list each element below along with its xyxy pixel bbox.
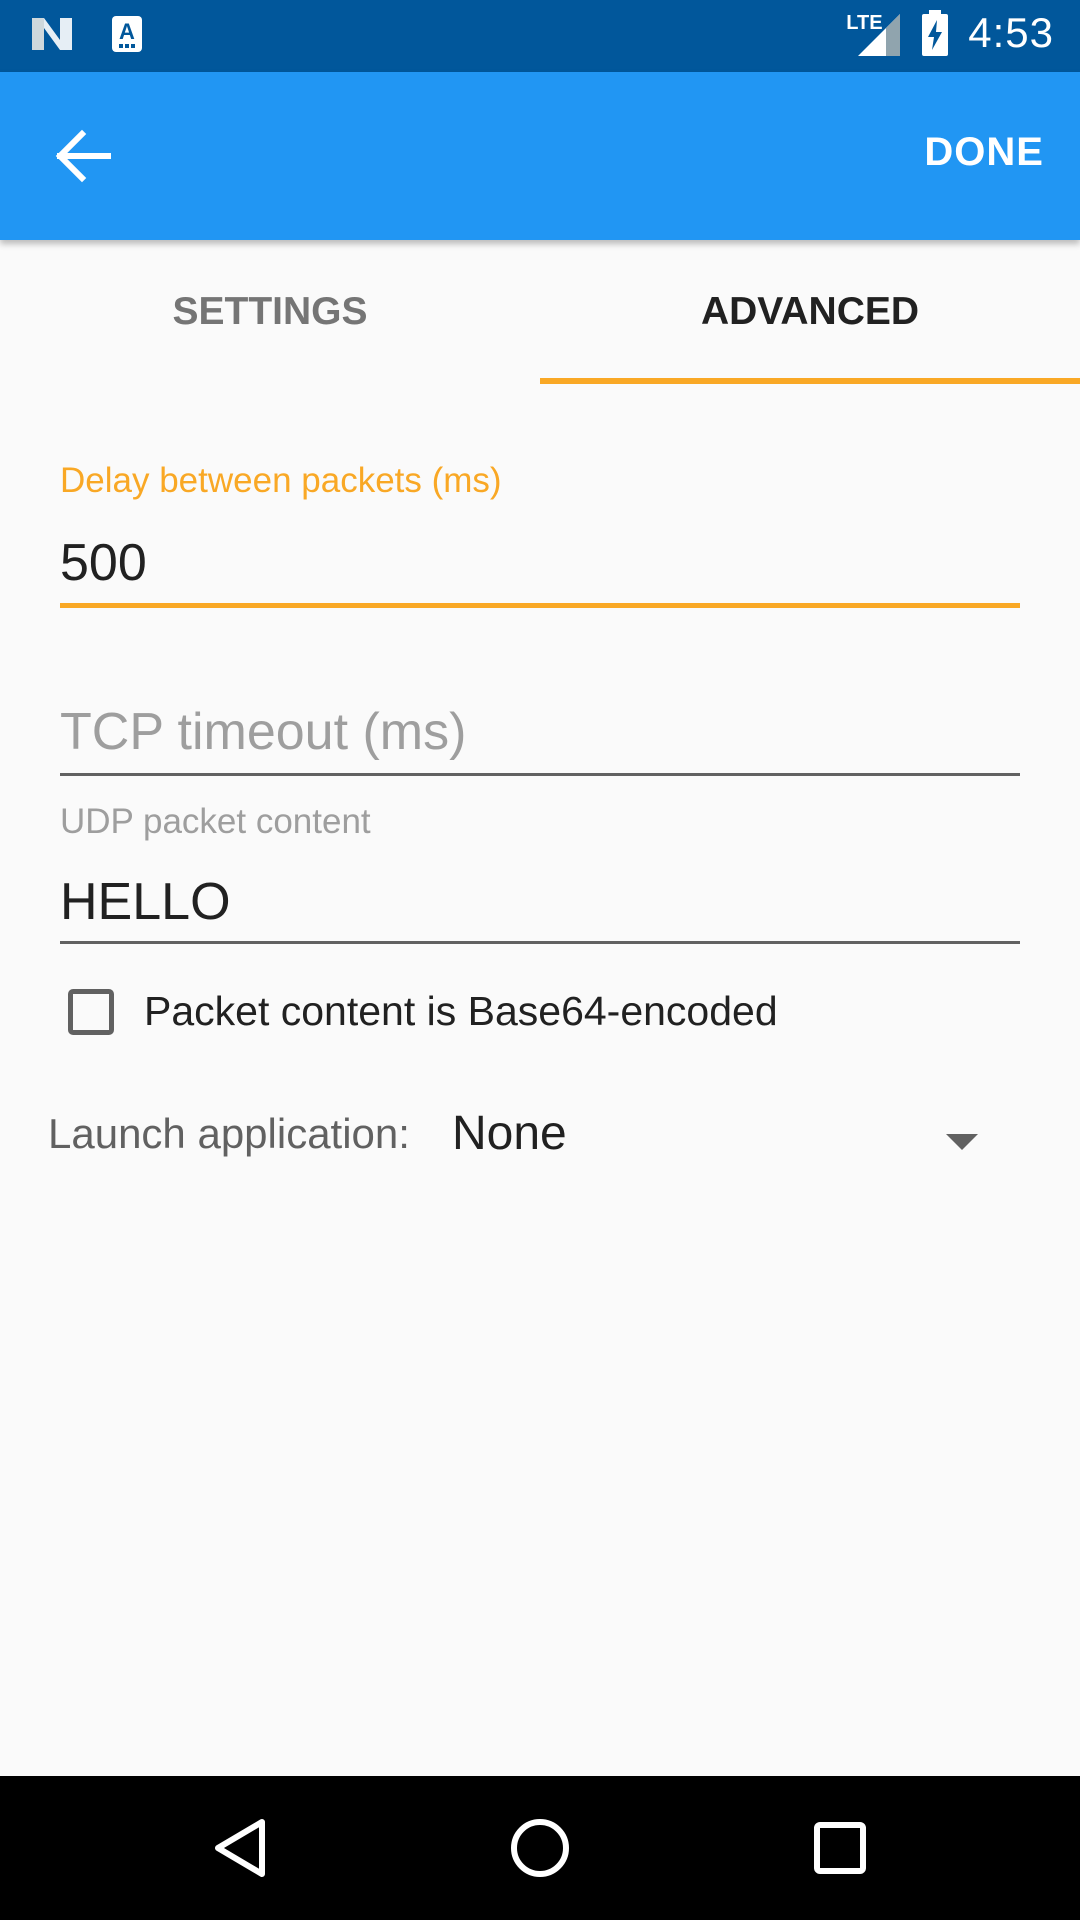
udp-content-label: UDP packet content (60, 802, 371, 841)
notification-n-icon (32, 18, 72, 50)
status-system-icons: LTE 4:53 (846, 8, 1054, 58)
app-bar: DONE (0, 72, 1080, 240)
svg-text:A: A (119, 19, 135, 44)
tcp-timeout-field[interactable]: TCP timeout (ms) (60, 690, 1020, 790)
nav-bar (0, 1776, 1080, 1920)
udp-content-underline (60, 941, 1020, 944)
battery-charging-icon (922, 10, 949, 56)
done-button[interactable]: DONE (924, 130, 1044, 175)
tab-advanced-label: ADVANCED (700, 290, 920, 333)
tab-advanced[interactable]: ADVANCED (540, 240, 1080, 384)
tcp-timeout-input[interactable]: TCP timeout (ms) (60, 702, 466, 762)
notification-a-icon: A (112, 16, 142, 52)
status-time: 4:53 (968, 9, 1054, 56)
nav-home-button[interactable] (504, 1812, 576, 1884)
tab-settings[interactable]: SETTINGS (0, 240, 540, 384)
tab-indicator (540, 378, 1080, 384)
back-button[interactable] (50, 122, 118, 190)
dropdown-arrow-icon[interactable] (946, 1134, 978, 1150)
udp-content-field[interactable]: UDP packet content HELLO (60, 800, 1020, 950)
recents-square-icon (814, 1822, 866, 1874)
tab-bar: SETTINGS ADVANCED (0, 240, 1080, 384)
delay-field[interactable]: Delay between packets (ms) 500 (60, 455, 1020, 615)
status-bar: A LTE 4:53 (0, 0, 1080, 72)
tab-settings-label: SETTINGS (172, 290, 368, 333)
launch-app-row: Launch application: None (48, 1107, 1008, 1170)
delay-label: Delay between packets (ms) (60, 461, 502, 500)
udp-content-input[interactable]: HELLO (60, 872, 231, 932)
base64-checkbox-label: Packet content is Base64-encoded (144, 988, 778, 1034)
base64-checkbox[interactable] (68, 988, 114, 1035)
nav-back-button[interactable] (204, 1812, 276, 1884)
base64-checkbox-row[interactable]: Packet content is Base64-encoded (68, 988, 778, 1035)
status-notifications: A (30, 14, 144, 54)
delay-underline (60, 603, 1020, 608)
home-circle-icon (511, 1819, 569, 1877)
signal-icon: LTE (846, 8, 902, 58)
delay-input[interactable]: 500 (60, 533, 147, 593)
arrow-back-icon (55, 129, 111, 183)
nav-recents-button[interactable] (804, 1812, 876, 1884)
tcp-timeout-underline (60, 773, 1020, 776)
back-triangle-icon (215, 1819, 265, 1877)
launch-app-label: Launch application: (48, 1110, 410, 1157)
launch-app-select[interactable]: None (452, 1106, 567, 1161)
